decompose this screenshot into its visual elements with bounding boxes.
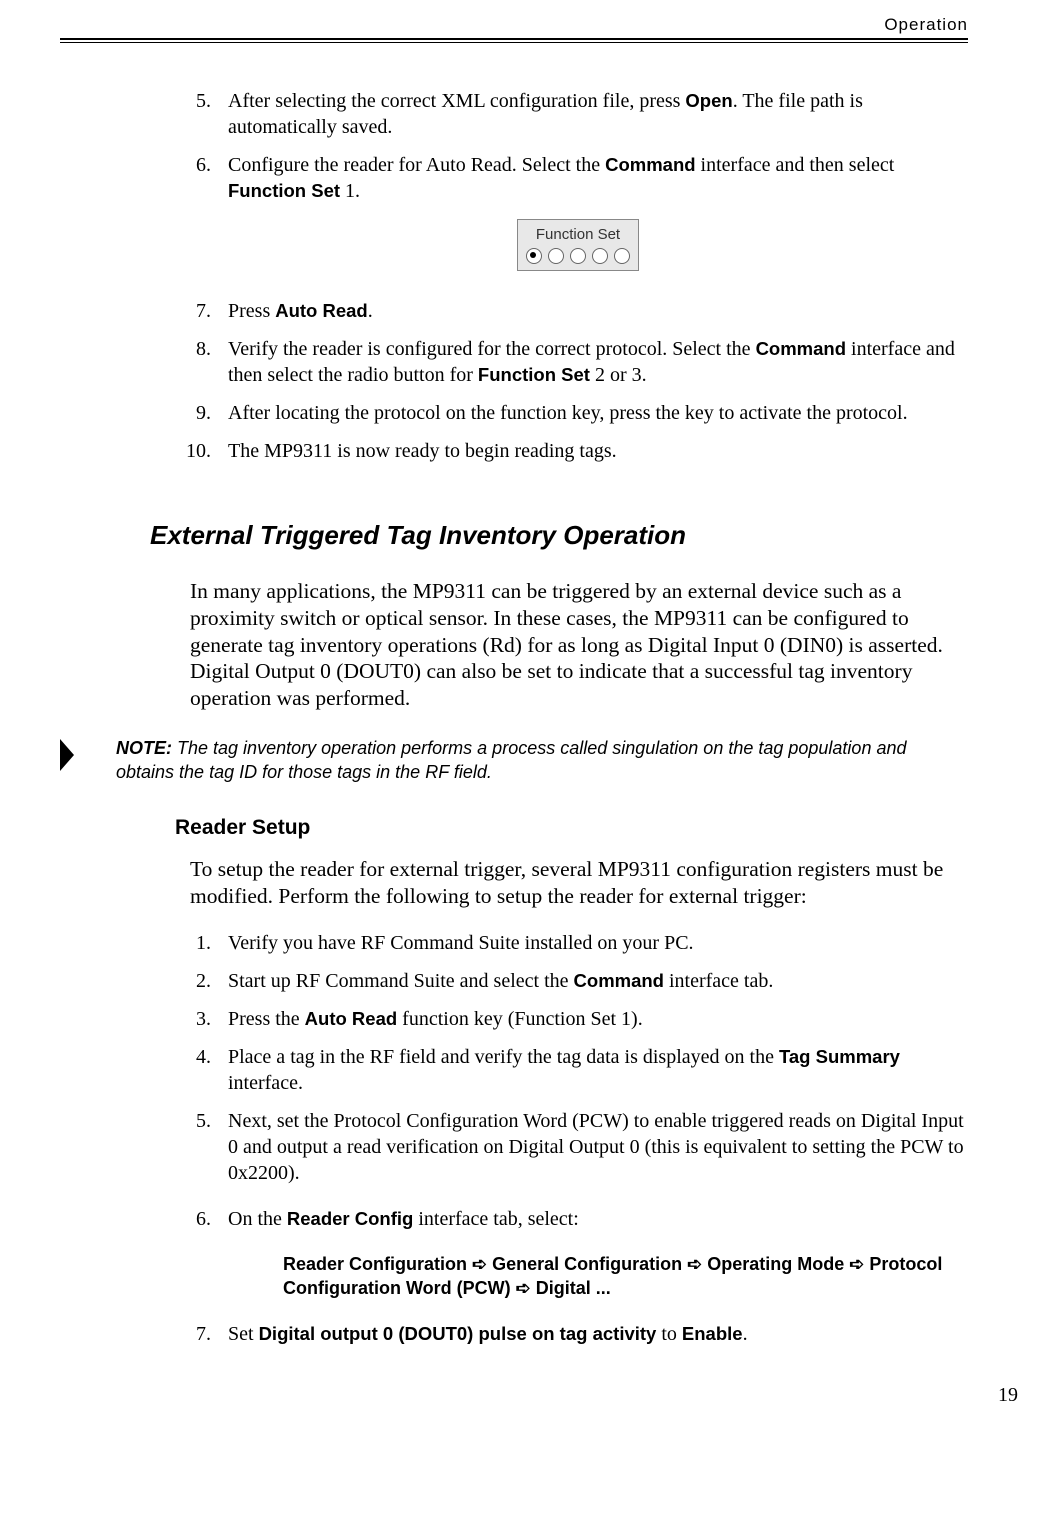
running-header: Operation xyxy=(60,15,968,35)
list-item: Start up RF Command Suite and select the… xyxy=(216,968,968,994)
function-set-label: Function Set xyxy=(534,226,622,243)
note-body: The tag inventory operation performs a p… xyxy=(116,738,906,781)
list-item: Verify the reader is configured for the … xyxy=(216,336,968,388)
bold-command: Command xyxy=(756,338,846,359)
list-item: Press the Auto Read function key (Functi… xyxy=(216,1006,968,1032)
bold-enable: Enable xyxy=(682,1323,743,1344)
list-item: After selecting the correct XML configur… xyxy=(216,88,968,140)
list-item: Set Digital output 0 (DOUT0) pulse on ta… xyxy=(216,1321,968,1347)
subsection-paragraph: To setup the reader for external trigger… xyxy=(190,856,968,910)
procedure-list-2: Verify you have RF Command Suite install… xyxy=(190,930,968,1347)
radio-option-4[interactable] xyxy=(592,248,608,264)
bold-command: Command xyxy=(574,970,664,991)
bold-function-set: Function Set xyxy=(228,180,340,201)
arrow-icon: ➪ xyxy=(516,1278,531,1298)
radio-option-1[interactable] xyxy=(526,248,542,264)
bold-reader-config: Reader Config xyxy=(287,1208,413,1229)
list-item: Configure the reader for Auto Read. Sele… xyxy=(216,152,968,286)
bold-auto-read: Auto Read xyxy=(305,1008,398,1029)
arrow-icon: ➪ xyxy=(687,1254,702,1274)
bold-open: Open xyxy=(685,90,732,111)
arrow-icon: ➪ xyxy=(472,1254,487,1274)
subsection-heading-reader-setup: Reader Setup xyxy=(175,814,968,841)
page-number: 19 xyxy=(190,1382,1018,1408)
note-block: NOTE: The tag inventory operation perfor… xyxy=(60,737,968,784)
list-item: After locating the protocol on the funct… xyxy=(216,400,968,426)
bold-auto-read: Auto Read xyxy=(275,300,368,321)
list-item: On the Reader Config interface tab, sele… xyxy=(216,1206,968,1301)
section-paragraph: In many applications, the MP9311 can be … xyxy=(190,578,968,712)
config-navigation-path: Reader Configuration ➪ General Configura… xyxy=(283,1252,968,1301)
radio-option-2[interactable] xyxy=(548,248,564,264)
note-arrow-icon xyxy=(60,739,74,771)
radio-option-5[interactable] xyxy=(614,248,630,264)
procedure-list-1: After selecting the correct XML configur… xyxy=(190,88,968,464)
bold-dout0-setting: Digital output 0 (DOUT0) pulse on tag ac… xyxy=(259,1323,657,1344)
bold-tag-summary: Tag Summary xyxy=(779,1046,900,1067)
list-item: Place a tag in the RF field and verify t… xyxy=(216,1044,968,1096)
bold-function-set: Function Set xyxy=(478,364,590,385)
section-heading-external-triggered: External Triggered Tag Inventory Operati… xyxy=(150,519,968,553)
function-set-widget: Function Set xyxy=(517,219,639,271)
arrow-icon: ➪ xyxy=(849,1254,864,1274)
list-item: The MP9311 is now ready to begin reading… xyxy=(216,438,968,464)
list-item: Next, set the Protocol Configuration Wor… xyxy=(216,1108,968,1186)
bold-command: Command xyxy=(605,154,695,175)
list-item: Verify you have RF Command Suite install… xyxy=(216,930,968,956)
list-item: Press Auto Read. xyxy=(216,298,968,324)
note-label: NOTE: xyxy=(116,738,172,758)
radio-option-3[interactable] xyxy=(570,248,586,264)
